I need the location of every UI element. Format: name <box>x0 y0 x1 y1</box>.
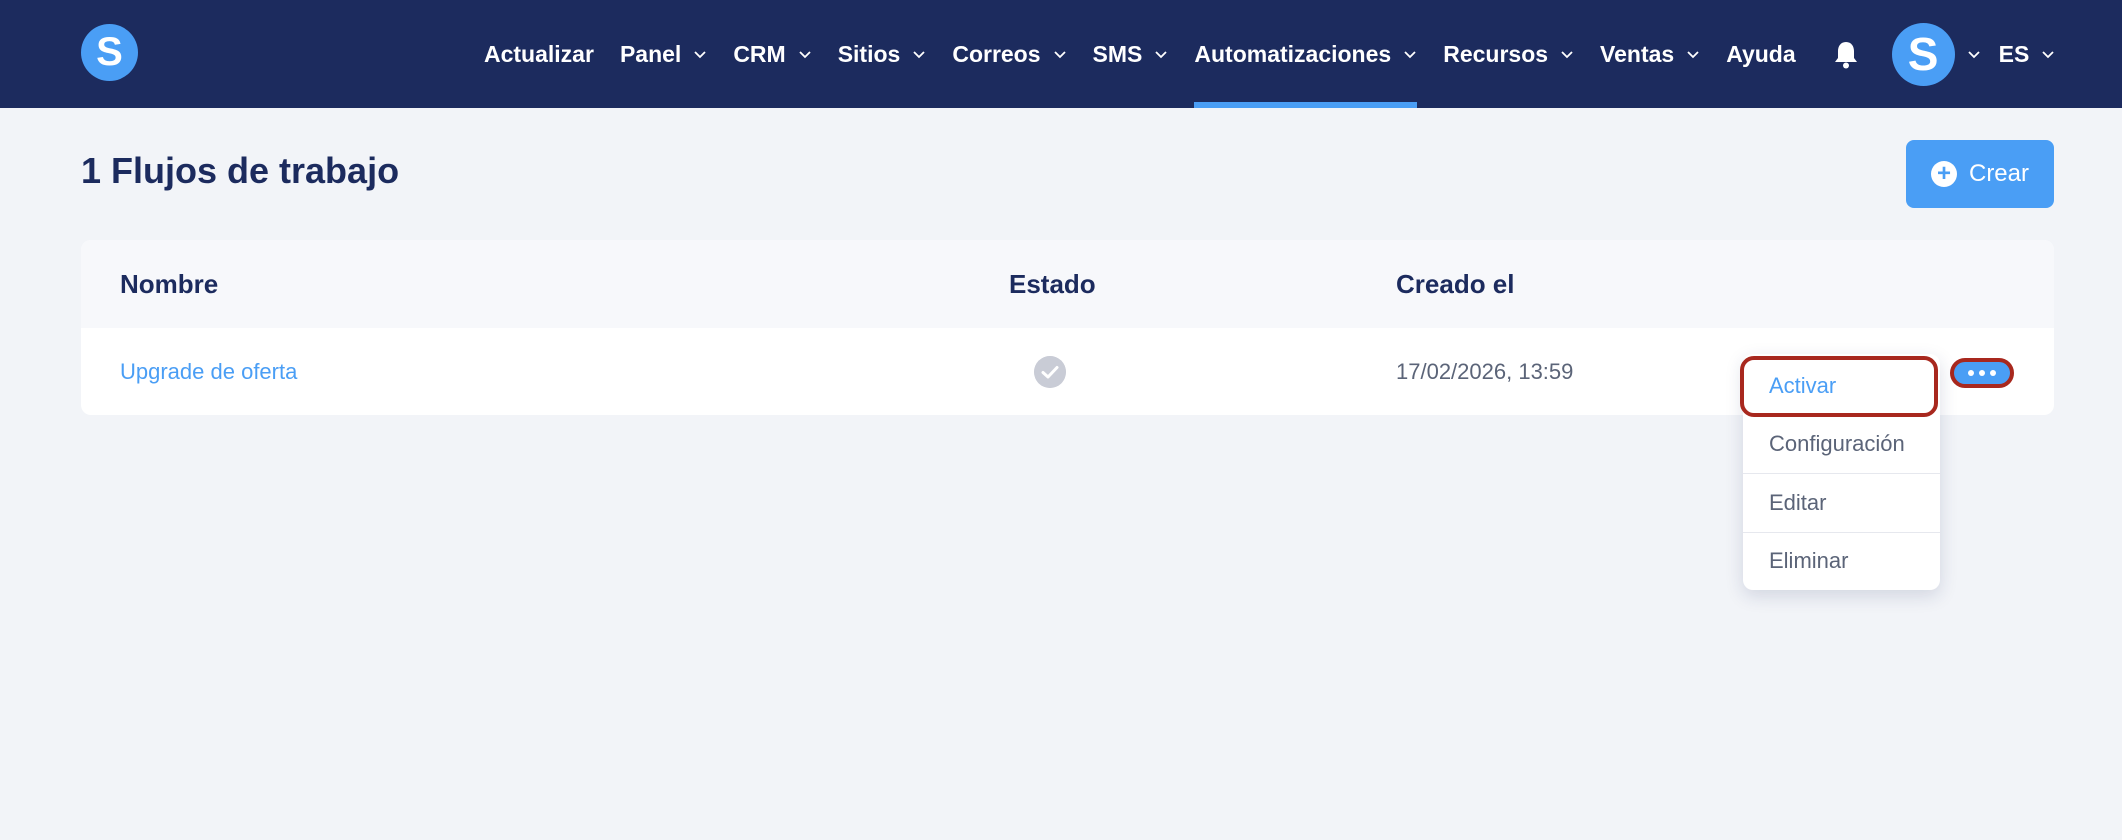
nav-label: Ventas <box>1600 40 1675 67</box>
menu-item-editar[interactable]: Editar <box>1743 474 1940 532</box>
chevron-down-icon <box>1155 51 1168 59</box>
bell-icon[interactable] <box>1832 39 1860 69</box>
nav-label: Panel <box>619 40 682 67</box>
nav-item-actualizar[interactable]: Actualizar <box>484 0 594 108</box>
workflow-name-link[interactable]: Upgrade de oferta <box>120 328 297 415</box>
plus-circle-icon: + <box>1930 161 1957 187</box>
chevron-down-icon <box>2042 51 2054 59</box>
nav-item-panel[interactable]: Panel <box>620 0 707 108</box>
create-button-label: Crear <box>1968 160 2029 187</box>
actions-dropdown-menu: Activar Configuración Editar Eliminar <box>1743 354 1940 590</box>
chevron-down-icon <box>1404 51 1416 59</box>
column-header-name: Nombre <box>120 269 219 299</box>
chevron-down-icon <box>799 51 811 59</box>
ellipsis-dot <box>1968 370 1974 376</box>
chevron-down-icon <box>1053 51 1066 59</box>
main-nav: Actualizar Panel CRM Sitios Correos SMS … <box>484 0 2055 108</box>
chevron-down-icon <box>913 51 925 59</box>
nav-item-sms[interactable]: SMS <box>1093 0 1169 108</box>
nav-label: CRM <box>733 40 786 67</box>
nav-item-ventas[interactable]: Ventas <box>1600 0 1700 108</box>
column-header-status: Estado <box>1009 269 1096 299</box>
nav-label: Recursos <box>1443 40 1549 67</box>
nav-item-automatizaciones[interactable]: Automatizaciones <box>1194 0 1418 108</box>
created-date: 17/02/2026, 13:59 <box>1396 359 1574 384</box>
nav-label: SMS <box>1092 40 1143 67</box>
chevron-down-icon <box>1561 51 1573 59</box>
menu-item-eliminar[interactable]: Eliminar <box>1743 532 1940 590</box>
more-actions-button[interactable] <box>1950 358 2014 388</box>
chevron-down-icon[interactable] <box>1967 47 1981 61</box>
nav-label: Correos <box>952 40 1041 67</box>
nav-item-crm[interactable]: CRM <box>733 0 811 108</box>
nav-label: Ayuda <box>1726 40 1796 67</box>
chevron-down-icon <box>694 51 706 59</box>
create-button[interactable]: + Crear <box>1906 140 2054 208</box>
nav-item-ayuda[interactable]: Ayuda <box>1726 0 1795 108</box>
language-label: ES <box>1998 40 2030 67</box>
menu-item-configuracion[interactable]: Configuración <box>1743 415 1940 473</box>
chevron-down-icon <box>1687 51 1699 59</box>
ellipsis-dot <box>1990 370 1996 376</box>
nav-item-recursos[interactable]: Recursos <box>1443 0 1574 108</box>
avatar[interactable]: S <box>1891 22 1955 86</box>
page-title: 1 Flujos de trabajo <box>81 150 400 191</box>
logo[interactable]: S <box>81 24 138 81</box>
column-header-created: Creado el <box>1396 269 1515 299</box>
nav-label: Automatizaciones <box>1194 40 1392 67</box>
menu-item-activar[interactable]: Activar <box>1743 357 1940 415</box>
nav-label: Actualizar <box>484 40 594 67</box>
nav-label: Sitios <box>837 40 901 67</box>
ellipsis-dot <box>1979 370 1985 376</box>
nav-item-correos[interactable]: Correos <box>952 0 1066 108</box>
language-selector[interactable]: ES <box>1999 0 2056 108</box>
table-header: Nombre Estado Creado el <box>81 240 2054 328</box>
nav-item-sitios[interactable]: Sitios <box>838 0 927 108</box>
top-navbar: S Actualizar Panel CRM Sitios Correos SM… <box>0 0 2122 108</box>
check-circle-icon <box>1034 356 1066 388</box>
